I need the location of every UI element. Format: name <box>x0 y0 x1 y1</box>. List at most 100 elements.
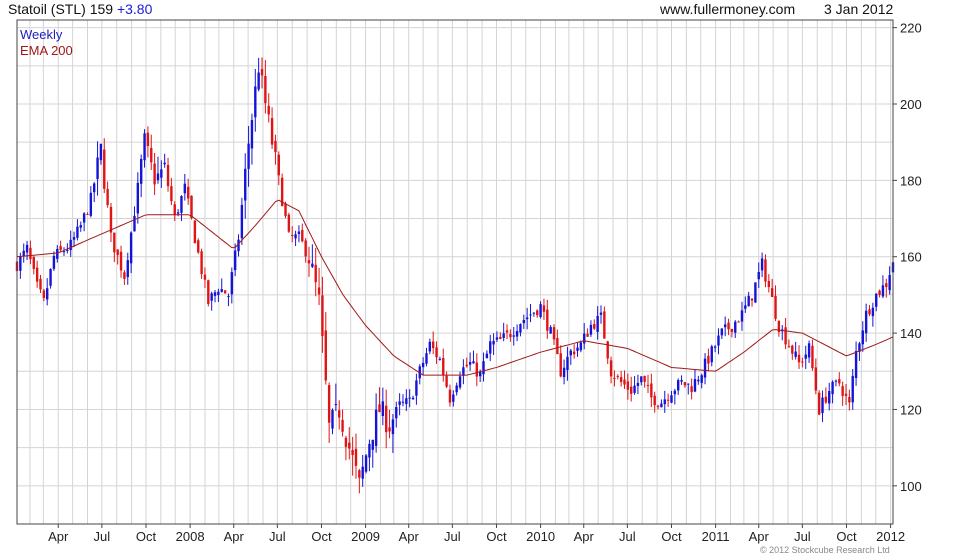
candle-body <box>680 380 683 382</box>
candle-body <box>297 231 301 234</box>
candle-body <box>626 381 630 390</box>
candle-body <box>267 105 270 115</box>
copyright-text: © 2012 Stockcube Research Ltd <box>760 545 890 555</box>
candle-body <box>193 220 197 244</box>
candle-body <box>435 347 438 358</box>
candle-body <box>388 427 391 432</box>
candle-body <box>79 225 82 228</box>
candle-body <box>676 380 680 391</box>
x-tick-label: Apr <box>574 529 595 544</box>
candle-body <box>314 264 317 283</box>
candle-body <box>673 390 677 395</box>
candle-body <box>653 395 656 406</box>
candle-body <box>99 143 103 161</box>
candle-body <box>76 226 79 238</box>
candle-body <box>374 409 378 446</box>
candle-body <box>871 307 875 317</box>
candle-body <box>210 293 213 301</box>
candle-body <box>468 361 472 365</box>
candle-body <box>428 341 432 352</box>
candle-body <box>126 260 129 278</box>
y-tick-label: 160 <box>900 250 922 265</box>
candle-body <box>747 295 750 307</box>
candle-body <box>559 353 562 377</box>
candle-body <box>666 399 670 401</box>
x-tick-label: Jul <box>269 529 286 544</box>
candle-body <box>321 295 324 336</box>
x-tick-label: Apr <box>749 529 770 544</box>
candle-body <box>344 437 348 447</box>
candle-body <box>173 204 176 216</box>
candle-body <box>505 330 509 333</box>
candle-body <box>690 386 693 393</box>
candle-body <box>186 186 190 199</box>
candle-body <box>885 283 888 288</box>
candle-body <box>683 382 687 386</box>
candle-body <box>46 288 49 300</box>
candle-body <box>411 397 415 400</box>
candle-body <box>636 382 640 387</box>
candle-body <box>801 361 804 363</box>
candle-body <box>89 192 93 216</box>
candle-body <box>700 375 703 383</box>
candle-body <box>760 258 764 271</box>
candle-body <box>546 309 549 331</box>
candle-body <box>848 396 851 403</box>
candle-body <box>656 405 660 407</box>
candle-body <box>358 470 361 478</box>
candle-body <box>519 324 522 333</box>
candle-body <box>616 376 619 378</box>
candle-body <box>42 290 46 299</box>
candle-body <box>532 312 536 314</box>
candle-body <box>247 143 250 169</box>
x-tick-label: 2010 <box>526 529 555 544</box>
candle-body <box>25 244 29 253</box>
candle-body <box>593 323 596 329</box>
candle-body <box>707 355 710 364</box>
candle-body <box>764 259 767 282</box>
x-tick-label: Oct <box>486 529 507 544</box>
candle-body <box>240 204 244 239</box>
candle-body <box>811 345 814 369</box>
candle-body <box>703 358 707 378</box>
candle-body <box>522 319 526 324</box>
candle-body <box>838 379 841 384</box>
candle-body <box>462 367 465 376</box>
candle-body <box>821 397 824 414</box>
candle-body <box>244 168 247 201</box>
candle-body <box>143 133 146 161</box>
candle-body <box>623 379 626 385</box>
candle-body <box>438 358 442 360</box>
candle-body <box>807 343 811 358</box>
candle-body <box>119 251 123 271</box>
candle-body <box>562 367 566 378</box>
candle-body <box>723 324 727 328</box>
candle-body <box>750 298 754 301</box>
candle-body <box>166 164 170 187</box>
x-axis: Apr Jul Oct 2008 Apr Jul Oct 2009 Apr Jul Oct 2010 A… <box>48 524 905 544</box>
candle-body <box>757 271 760 280</box>
candle-body <box>824 396 828 403</box>
x-tick-label: Oct <box>661 529 682 544</box>
candle-body <box>710 346 713 363</box>
candle-body <box>150 147 153 163</box>
candle-body <box>317 287 321 295</box>
y-tick-label: 100 <box>900 479 922 494</box>
candle-body <box>744 305 747 309</box>
candle-body <box>398 401 401 405</box>
candle-body <box>814 367 818 391</box>
candle-body <box>640 376 643 383</box>
candle-body <box>146 132 150 147</box>
candle-body <box>203 274 207 280</box>
candle-body <box>831 381 834 395</box>
candle-body <box>599 312 603 315</box>
candle-body <box>864 310 868 334</box>
candle-body <box>465 364 468 367</box>
candle-body <box>106 188 109 206</box>
candle-body <box>364 455 368 472</box>
candle-body <box>49 268 52 286</box>
candle-body <box>727 322 730 330</box>
candle-body <box>888 275 891 291</box>
candle-body <box>257 72 260 90</box>
candle-body <box>861 330 864 345</box>
